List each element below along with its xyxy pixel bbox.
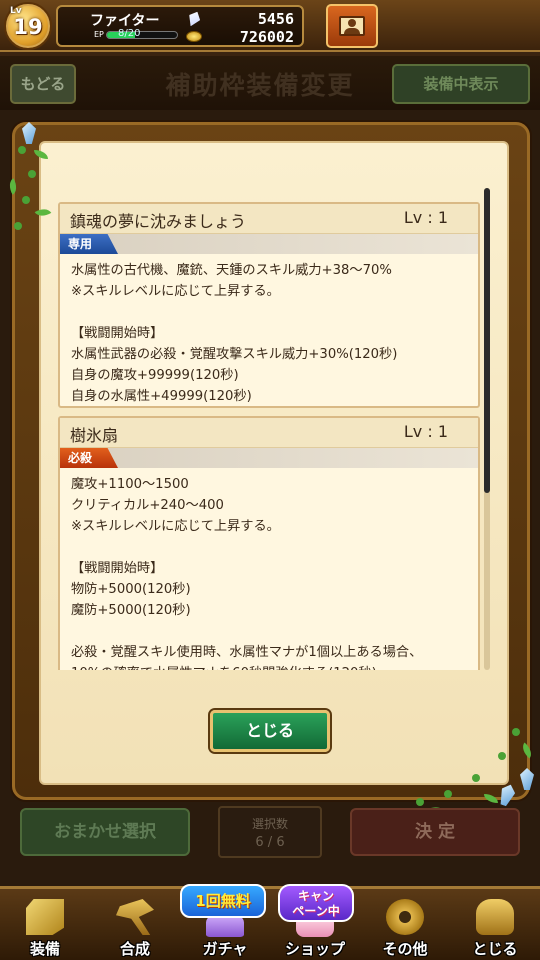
nav-label: 合成 [119,940,150,958]
close-icon [476,899,514,935]
selection-count-value: 6 / 6 [255,835,285,850]
campaign-badge-line1: キャン [297,889,334,903]
ep-bar [106,31,178,39]
scrollbar-thumb[interactable] [484,188,490,493]
skill-description: 水属性の古代機、魔銃、天鍾のスキル威力+38～70% ※スキルレベルに応じて上昇… [71,263,398,404]
player-status-panel: ファイター EP 8/20 5456 726002 [56,5,304,47]
campaign-badge-line2: ペーン中 [292,904,340,918]
nav-label: その他 [382,940,428,958]
nav-item-equipment[interactable]: 装備 [0,889,90,960]
skill-header: 樹氷扇 Lv : 1 [60,418,478,448]
skill-list: 鎮魂の夢に沈みましょう Lv : 1 専用 水属性の古代機、魔銃、天鍾のスキル威… [58,198,480,670]
free-gacha-badge: 1回無料 [180,884,266,918]
page-title: 補助枠装備変更 [165,71,355,100]
nav-label: ショップ [284,940,345,958]
close-modal-button[interactable]: とじる [210,710,330,752]
skill-description: 魔攻+1100～1500 クリティカル+240～400 ※スキルレベルに応じて上… [71,477,423,670]
skill-level: Lv : 1 [403,208,448,227]
bottom-navigation: 装備 合成 ガチャ ショップ その他 とじる [0,886,540,960]
nav-label: とじる [472,940,518,958]
ep-value: 8/20 [118,28,141,39]
skill-card: 樹氷扇 Lv : 1 必殺 魔攻+1100～1500 クリティカル+240～40… [58,416,480,670]
selection-count-label: 選択数 [251,817,288,831]
coin-icon [186,31,202,42]
selection-count-box: 選択数 6 / 6 [218,806,322,858]
confirm-button[interactable]: 決 定 [350,808,520,856]
nav-item-synthesis[interactable]: 合成 [90,889,180,960]
auto-select-button[interactable]: おまかせ選択 [20,808,190,856]
skill-type-tag: 必殺 [60,448,118,468]
skill-level: Lv : 1 [403,422,448,441]
profile-card-icon [339,16,365,36]
gem-count: 5456 [257,10,294,28]
equipment-icon [26,899,64,935]
skill-tag-row: 専用 [60,234,478,254]
player-name: ファイター [90,13,160,29]
skill-tag-row: 必殺 [60,448,478,468]
level-number: 19 [13,15,43,39]
gear-icon [386,899,424,935]
coin-count: 726002 [239,28,294,46]
nav-label: ガチャ [202,940,248,958]
level-badge: Lv 19 [4,2,52,50]
title-bar: もどる 補助枠装備変更 装備中表示 [0,56,540,110]
back-button[interactable]: もどる [10,64,76,104]
nav-item-close[interactable]: とじる [450,889,540,960]
skill-type-tag: 専用 [60,234,118,254]
skill-name: 樹氷扇 [70,426,119,445]
top-status-bar: Lv 19 ファイター EP 8/20 5456 726002 [0,0,540,52]
skill-header: 鎮魂の夢に沈みましょう Lv : 1 [60,204,478,234]
gem-icon [185,9,203,29]
show-equipped-button[interactable]: 装備中表示 [392,64,530,104]
skill-name: 鎮魂の夢に沈みましょう [70,212,247,231]
skill-list-scrollbar[interactable] [484,188,490,670]
nav-item-other[interactable]: その他 [360,889,450,960]
campaign-badge: キャン ペーン中 [278,884,354,922]
nav-label: 装備 [29,940,60,958]
hammer-icon [116,899,154,935]
profile-button[interactable] [326,4,378,48]
skill-card: 鎮魂の夢に沈みましょう Lv : 1 専用 水属性の古代機、魔銃、天鍾のスキル威… [58,202,480,408]
ep-label: EP [94,30,104,39]
